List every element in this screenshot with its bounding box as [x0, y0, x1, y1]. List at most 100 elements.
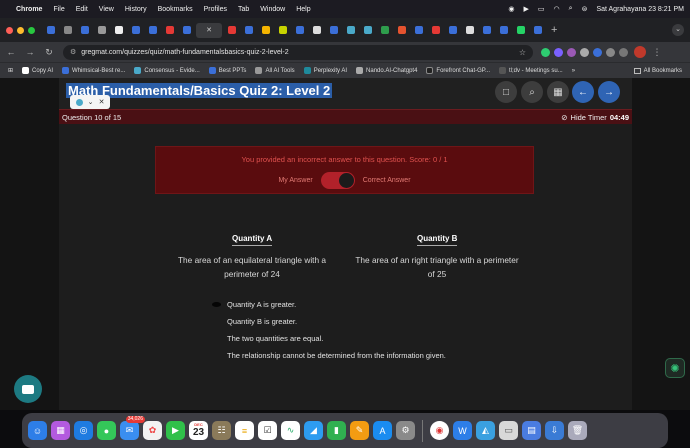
messages-icon[interactable]: ● — [97, 421, 116, 440]
site-info-icon[interactable]: ⚙ — [70, 48, 76, 56]
new-tab-button[interactable]: + — [551, 24, 557, 36]
choice-b[interactable]: Quantity B is greater. — [227, 317, 297, 326]
browser-tab[interactable] — [462, 23, 477, 38]
numbers-icon[interactable]: ▮ — [327, 421, 346, 440]
chat-support-button[interactable] — [14, 375, 42, 403]
browser-tab[interactable] — [162, 23, 177, 38]
close-icon[interactable]: ✕ — [99, 98, 105, 106]
menubar-clock[interactable]: Sat Agrahayana 23 8:21 PM — [596, 6, 684, 13]
answer-toggle-switch[interactable] — [320, 172, 355, 189]
choice-a[interactable]: Quantity A is greater. — [227, 300, 296, 309]
downloads-folder-icon[interactable]: ⇩ — [545, 421, 564, 440]
keynote-icon[interactable]: ◢ — [304, 421, 323, 440]
bookmark-item[interactable]: Forefront Chat-GP... — [426, 67, 490, 74]
browser-tab[interactable] — [292, 23, 307, 38]
trash-icon[interactable]: 🗑 — [568, 421, 587, 440]
finder-icon[interactable]: ☺ — [28, 421, 47, 440]
browser-tab[interactable] — [411, 23, 426, 38]
choice-d[interactable]: The relationship cannot be determined fr… — [227, 351, 446, 360]
photos-icon[interactable]: ✿ — [143, 421, 162, 440]
browser-tab[interactable] — [326, 23, 341, 38]
sidepanel-icon[interactable] — [619, 47, 628, 57]
browser-tab[interactable] — [224, 23, 239, 38]
zoom-window-button[interactable] — [28, 26, 35, 34]
browser-tab[interactable] — [360, 23, 375, 38]
tab-search-chevron-icon[interactable]: ⌄ — [672, 24, 684, 36]
menu-bookmarks[interactable]: Bookmarks — [158, 6, 193, 13]
menu-view[interactable]: View — [99, 6, 114, 13]
next-question-button[interactable]: → — [598, 81, 620, 103]
bookmark-item[interactable]: Nando.AI-Chatgpt4 — [356, 67, 417, 74]
browser-tab[interactable] — [258, 23, 273, 38]
fullscreen-button[interactable]: □ — [495, 81, 517, 103]
mail-icon[interactable]: ✉ 34,026 — [120, 416, 145, 440]
facetime-icon[interactable]: ▶ — [166, 421, 185, 440]
text-selection-popup[interactable]: ⌄ ✕ — [70, 95, 110, 109]
menu-history[interactable]: History — [125, 6, 147, 13]
choice-c[interactable]: The two quantities are equal. — [227, 334, 323, 343]
extension-icon[interactable] — [567, 47, 576, 57]
play-icon[interactable]: ▶ — [524, 5, 529, 13]
address-bar[interactable]: ⚙ gregmat.com/quizzes/quiz/math-fundamen… — [63, 44, 533, 60]
menu-app-name[interactable]: Chrome — [16, 6, 42, 13]
browser-menu-icon[interactable]: ⋮ — [652, 47, 662, 58]
chevron-down-icon[interactable]: ⌄ — [88, 98, 94, 106]
bookmark-item[interactable]: tl;dv - Meetings su... — [499, 67, 563, 74]
contacts-icon[interactable]: ☷ — [212, 421, 231, 440]
browser-tab[interactable] — [394, 23, 409, 38]
profile-avatar[interactable] — [634, 46, 646, 58]
browser-tab[interactable] — [145, 23, 160, 38]
preview-icon[interactable]: ▭ — [499, 421, 518, 440]
bookmark-item[interactable]: All AI Tools — [255, 67, 295, 74]
minimize-window-button[interactable] — [17, 26, 24, 34]
pages-icon[interactable]: ✎ — [350, 421, 369, 440]
calculator-button[interactable]: ▦ — [547, 81, 569, 103]
notes-icon[interactable]: ≡ — [235, 421, 254, 440]
ai-assistant-button[interactable]: ✺ — [665, 358, 685, 378]
close-window-button[interactable] — [6, 26, 13, 34]
browser-tab[interactable] — [275, 23, 290, 38]
app-store-icon[interactable]: A — [373, 421, 392, 440]
reload-button[interactable]: ↻ — [44, 47, 54, 58]
screen-sharing-icon[interactable]: ▤ — [522, 421, 541, 440]
browser-tab[interactable] — [377, 23, 392, 38]
extension-icon[interactable] — [541, 47, 550, 57]
bookmark-item[interactable]: Whimsical-Best re... — [62, 67, 125, 74]
all-bookmarks-button[interactable]: All Bookmarks — [633, 67, 682, 74]
bookmark-star-icon[interactable]: ☆ — [519, 48, 526, 57]
browser-tab[interactable] — [496, 23, 511, 38]
browser-tab[interactable] — [445, 23, 460, 38]
word-icon[interactable]: W — [453, 421, 472, 440]
apps-grid-icon[interactable]: ⊞ — [8, 67, 13, 74]
maps-icon[interactable]: ◭ — [476, 421, 495, 440]
search-button[interactable]: ⌕ — [521, 81, 543, 103]
safari-icon[interactable]: ◎ — [74, 421, 93, 440]
control-center-icon[interactable]: ⊜ — [582, 5, 588, 13]
browser-tab[interactable] — [77, 23, 92, 38]
bookmarks-overflow-icon[interactable]: » — [572, 68, 575, 74]
active-browser-tab[interactable]: ✕ — [196, 22, 222, 38]
browser-tab[interactable] — [530, 23, 545, 38]
browser-tab[interactable] — [111, 23, 126, 38]
search-icon[interactable]: ⌕ — [569, 5, 573, 13]
browser-tab[interactable] — [241, 23, 256, 38]
bookmark-item[interactable]: Copy AI — [22, 67, 53, 74]
record-icon[interactable]: ◉ — [508, 5, 514, 13]
calendar-icon[interactable]: DEC 23 — [189, 421, 208, 440]
browser-tab[interactable] — [60, 23, 75, 38]
extension-icon[interactable] — [593, 47, 602, 57]
reminders-icon[interactable]: ☑ — [258, 421, 277, 440]
browser-tab[interactable] — [43, 23, 58, 38]
browser-tab[interactable] — [94, 23, 109, 38]
menu-profiles[interactable]: Profiles — [204, 6, 227, 13]
bookmark-item[interactable]: Consensus - Evide... — [134, 67, 200, 74]
browser-tab[interactable] — [479, 23, 494, 38]
launchpad-icon[interactable]: ▦ — [51, 421, 70, 440]
browser-tab[interactable] — [343, 23, 358, 38]
forward-button[interactable]: → — [25, 47, 35, 57]
browser-tab[interactable] — [128, 23, 143, 38]
wifi-icon[interactable]: ◠ — [554, 5, 560, 13]
menu-edit[interactable]: Edit — [76, 6, 88, 13]
browser-tab[interactable] — [309, 23, 324, 38]
bookmark-item[interactable]: Best PPTs — [208, 67, 246, 74]
